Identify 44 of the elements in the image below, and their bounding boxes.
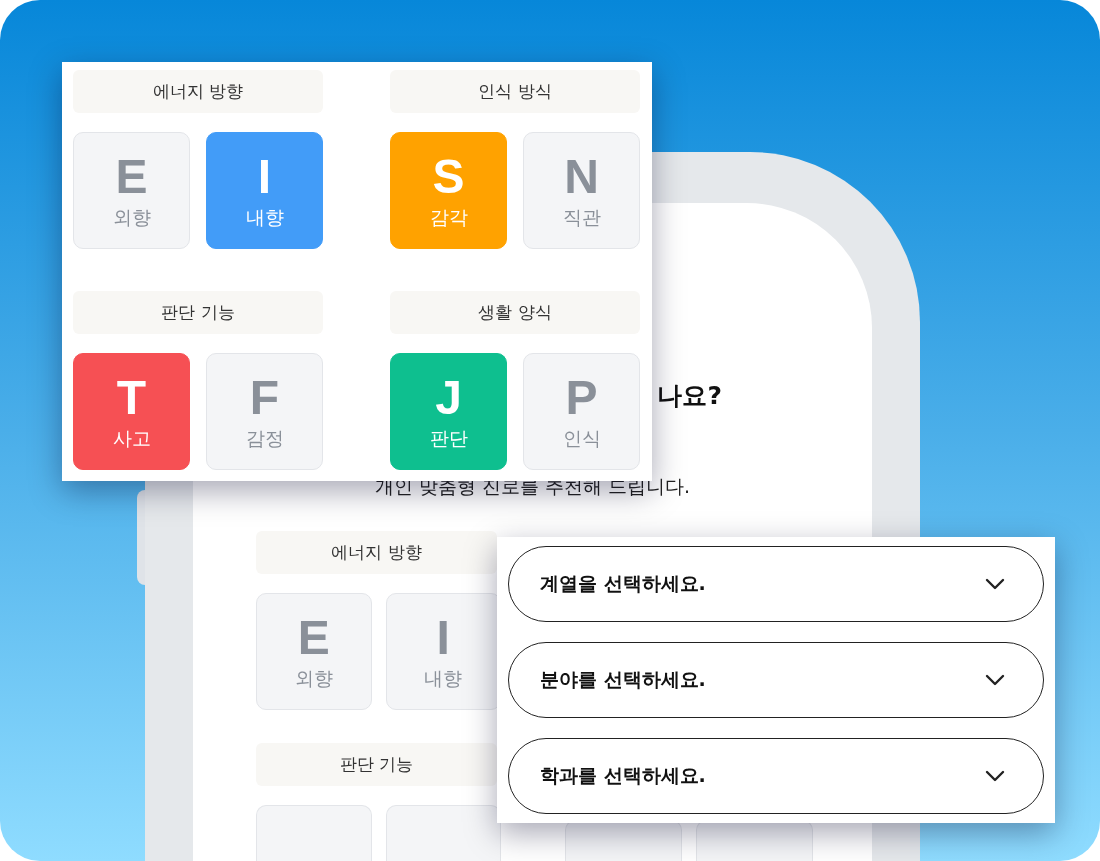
option-card[interactable]: P 인식 (523, 353, 640, 470)
group-title: 에너지 방향 (73, 70, 323, 113)
option-label: 내향 (245, 204, 284, 230)
option-card[interactable]: E 외향 (73, 132, 190, 249)
option-card[interactable] (385, 805, 501, 861)
option-letter: N (564, 151, 599, 202)
group-title: 판단 기능 (73, 291, 323, 334)
option-card[interactable]: I 내향 (206, 132, 323, 249)
option-card[interactable]: J 판단 (390, 353, 507, 470)
option-card[interactable]: T 사고 (73, 353, 190, 470)
option-letter: S (432, 151, 465, 202)
group-title: 생활 양식 (390, 291, 640, 334)
option-label: 감각 (429, 204, 468, 230)
option-letter: J (435, 372, 462, 423)
chevron-down-icon (985, 578, 1005, 590)
dropdown-select[interactable]: 분야를 선택하세요. (508, 642, 1044, 718)
section-title: 에너지 방향 (256, 531, 497, 574)
option-label: 외향 (112, 204, 151, 230)
option-card[interactable]: S 감각 (390, 132, 507, 249)
chevron-down-icon (985, 674, 1005, 686)
option-letter: F (249, 372, 280, 423)
option-card[interactable]: E 외향 (256, 593, 372, 710)
option-letter: I (436, 612, 450, 663)
chevron-down-icon (985, 770, 1005, 782)
option-letter: T (116, 372, 147, 423)
heading: 나요? (657, 380, 722, 412)
dropdown-select[interactable]: 계열을 선택하세요. (508, 546, 1044, 622)
option-label: 인식 (562, 425, 601, 451)
option-card[interactable]: N 직관 (523, 132, 640, 249)
option-letter: E (297, 612, 330, 663)
option-label: 내향 (424, 665, 463, 691)
dropdown-select[interactable]: 학과를 선택하세요. (508, 738, 1044, 814)
option-letter: P (565, 372, 598, 423)
option-card[interactable] (256, 805, 372, 861)
option-label: 감정 (245, 425, 284, 451)
group-title: 인식 방식 (390, 70, 640, 113)
option-letter: I (257, 151, 272, 202)
option-letter: E (115, 151, 148, 202)
option-label: 직관 (562, 204, 601, 230)
section-title: 판단 기능 (256, 743, 497, 786)
option-label: 사고 (112, 425, 151, 451)
option-card[interactable]: F 감정 (206, 353, 323, 470)
option-label: 판단 (429, 425, 468, 451)
option-label: 외향 (294, 665, 333, 691)
